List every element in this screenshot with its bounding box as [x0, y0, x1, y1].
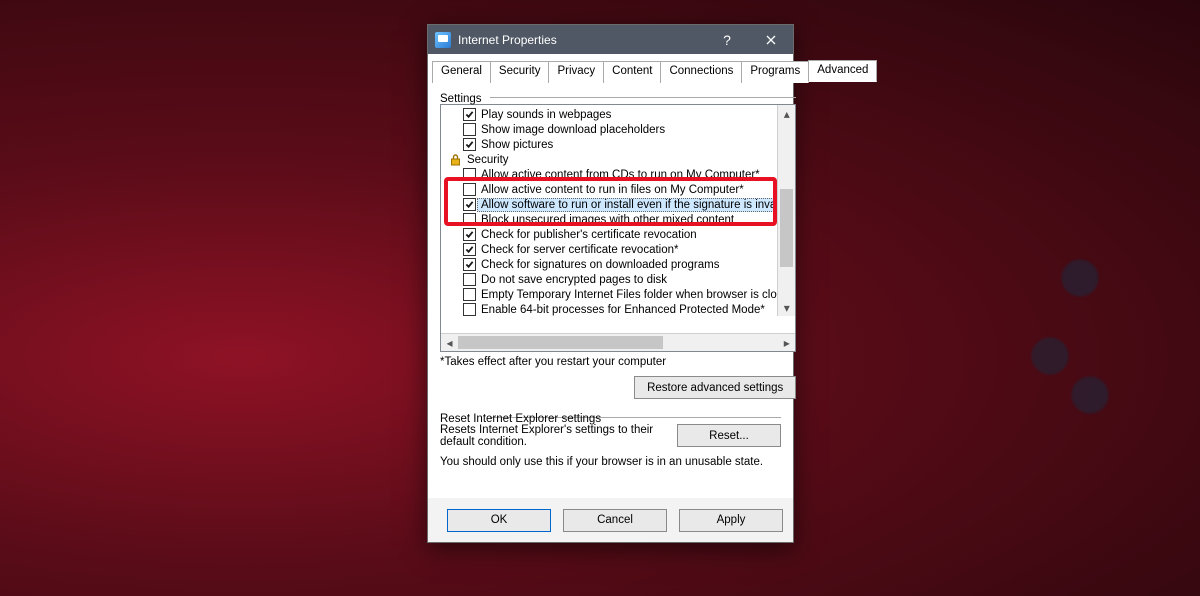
setting-label: Empty Temporary Internet Files folder wh… — [481, 289, 795, 301]
setting-label: Check for signatures on downloaded progr… — [481, 259, 719, 271]
setting-label: Check for publisher's certificate revoca… — [481, 229, 697, 241]
close-button[interactable] — [749, 25, 793, 54]
setting-row[interactable]: Allow software to run or install even if… — [441, 197, 795, 212]
dialog-footer: OK Cancel Apply — [428, 498, 793, 542]
category-row: Security — [441, 152, 795, 167]
tab-privacy[interactable]: Privacy — [548, 61, 604, 83]
checkbox[interactable] — [463, 138, 476, 151]
titlebar[interactable]: Internet Properties ? — [428, 25, 793, 54]
checkbox[interactable] — [463, 168, 476, 181]
checkbox[interactable] — [463, 123, 476, 136]
checkbox[interactable] — [463, 243, 476, 256]
checkbox[interactable] — [463, 228, 476, 241]
setting-row[interactable]: Check for server certificate revocation* — [441, 242, 795, 257]
restore-advanced-button[interactable]: Restore advanced settings — [634, 376, 796, 399]
settings-listbox[interactable]: Play sounds in webpages Show image downlo… — [440, 104, 796, 352]
tab-general[interactable]: General — [432, 61, 491, 83]
checkbox[interactable] — [463, 198, 476, 211]
tab-security[interactable]: Security — [490, 61, 550, 83]
setting-label: Enable 64-bit processes for Enhanced Pro… — [481, 304, 765, 316]
setting-label: Block unsecured images with other mixed … — [481, 214, 734, 226]
setting-row[interactable]: Show pictures — [441, 137, 795, 152]
lock-icon — [449, 153, 462, 166]
scroll-right-icon[interactable]: ▸ — [778, 334, 795, 351]
checkbox[interactable] — [463, 288, 476, 301]
setting-row[interactable]: Enable 64-bit processes for Enhanced Pro… — [441, 302, 795, 317]
tab-content[interactable]: Content — [603, 61, 661, 83]
setting-row[interactable]: Check for signatures on downloaded progr… — [441, 257, 795, 272]
checkbox[interactable] — [463, 258, 476, 271]
setting-label: Show image download placeholders — [481, 124, 665, 136]
reset-description: Resets Internet Explorer's settings to t… — [440, 424, 663, 448]
checkbox[interactable] — [463, 108, 476, 121]
reset-group-label: Reset Internet Explorer settings — [440, 413, 605, 425]
setting-row[interactable]: Do not save encrypted pages to disk — [441, 272, 795, 287]
setting-label: Allow active content to run in files on … — [481, 184, 744, 196]
apply-button[interactable]: Apply — [679, 509, 783, 532]
advanced-panel: Settings Play sounds in webpages Show ima… — [428, 83, 793, 494]
setting-label: Show pictures — [481, 139, 553, 151]
setting-label: Do not save encrypted pages to disk — [481, 274, 667, 286]
setting-row[interactable]: Allow active content from CDs to run on … — [441, 167, 795, 182]
restart-note: *Takes effect after you restart your com… — [440, 356, 796, 368]
setting-row[interactable]: Show image download placeholders — [441, 122, 795, 137]
tab-connections[interactable]: Connections — [660, 61, 742, 83]
setting-row[interactable]: Block unsecured images with other mixed … — [441, 212, 795, 227]
scroll-down-icon[interactable]: ▾ — [778, 299, 795, 316]
tab-programs[interactable]: Programs — [741, 61, 809, 83]
setting-row[interactable]: Play sounds in webpages — [441, 107, 795, 122]
setting-label: Allow software to run or install even if… — [477, 198, 792, 212]
checkbox[interactable] — [463, 303, 476, 316]
cancel-button[interactable]: Cancel — [563, 509, 667, 532]
setting-label: Play sounds in webpages — [481, 109, 611, 121]
checkbox[interactable] — [463, 183, 476, 196]
reset-group: Reset Internet Explorer settings Resets … — [440, 413, 781, 486]
scroll-up-icon[interactable]: ▴ — [778, 105, 795, 122]
setting-label: Security — [467, 154, 509, 166]
scroll-left-icon[interactable]: ◂ — [441, 334, 458, 351]
internet-properties-dialog: Internet Properties ? General Security P… — [427, 24, 794, 543]
settings-group: Settings Play sounds in webpages Show ima… — [440, 93, 796, 407]
setting-row[interactable]: Empty Temporary Internet Files folder wh… — [441, 287, 795, 302]
settings-items: Play sounds in webpages Show image downlo… — [441, 105, 795, 333]
tabstrip: General Security Privacy Content Connect… — [428, 56, 793, 82]
setting-label: Allow active content from CDs to run on … — [481, 169, 760, 181]
setting-row[interactable]: Allow active content to run in files on … — [441, 182, 795, 197]
vscroll-thumb[interactable] — [780, 189, 793, 267]
setting-label: Check for server certificate revocation* — [481, 244, 679, 256]
reset-warning: You should only use this if your browser… — [440, 456, 781, 468]
vertical-scrollbar[interactable]: ▴ ▾ — [777, 105, 795, 316]
checkbox[interactable] — [463, 273, 476, 286]
tab-advanced[interactable]: Advanced — [808, 60, 877, 82]
inetcpl-icon — [435, 32, 451, 48]
help-button[interactable]: ? — [705, 25, 749, 54]
settings-label: Settings — [440, 93, 486, 105]
setting-row[interactable]: Check for publisher's certificate revoca… — [441, 227, 795, 242]
ok-button[interactable]: OK — [447, 509, 551, 532]
reset-button[interactable]: Reset... — [677, 424, 781, 447]
window-title: Internet Properties — [458, 33, 705, 47]
checkbox[interactable] — [463, 213, 476, 226]
horizontal-scrollbar[interactable]: ◂ ▸ — [441, 333, 795, 351]
hscroll-thumb[interactable] — [458, 336, 663, 349]
